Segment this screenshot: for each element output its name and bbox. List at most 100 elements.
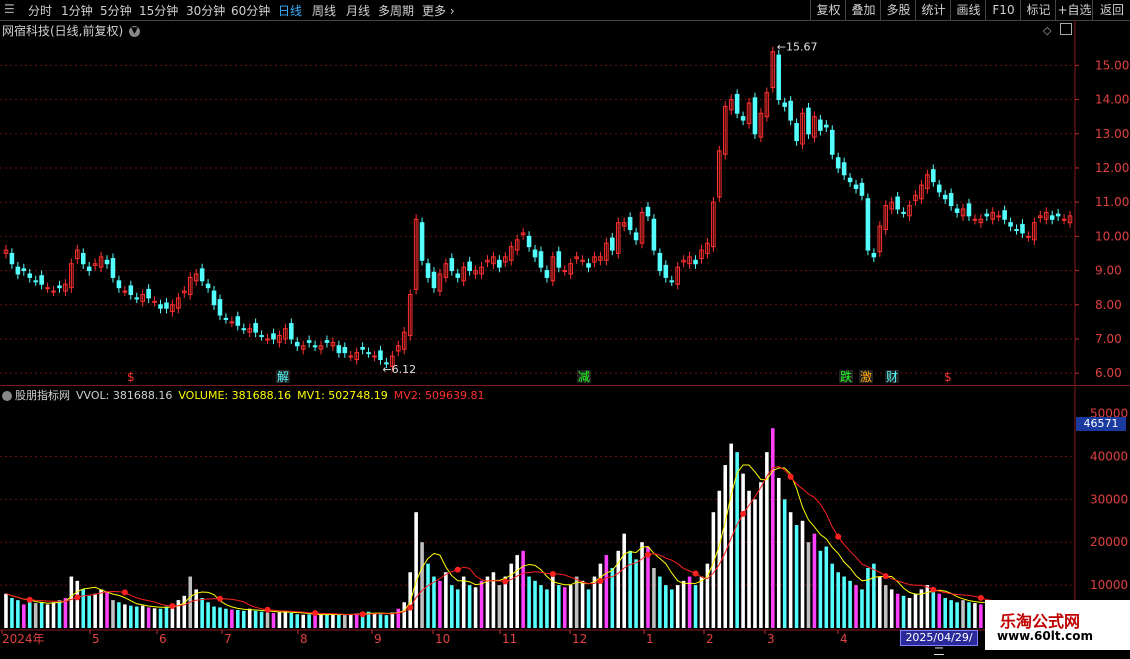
candle-body xyxy=(651,218,657,251)
volume-bar xyxy=(860,589,864,628)
volume-bar xyxy=(325,614,329,628)
candle-body xyxy=(669,280,675,283)
volume-bar xyxy=(432,576,436,628)
volume-bar xyxy=(955,602,959,628)
event-marker-3: 跌 xyxy=(840,369,852,384)
volume-bar xyxy=(337,614,341,628)
volume-bar xyxy=(134,606,139,628)
volume-bar xyxy=(889,589,894,628)
candle-body xyxy=(663,264,669,278)
volume-bar xyxy=(212,606,216,628)
candle-body xyxy=(954,208,960,213)
volume-bar xyxy=(45,604,50,628)
volume-bar xyxy=(224,608,228,628)
candle-body xyxy=(859,182,865,196)
volume-bar xyxy=(265,612,270,628)
volume-bar xyxy=(937,593,942,628)
price-tick-label-3: 12.00 xyxy=(1095,161,1129,175)
candle-body xyxy=(829,129,835,155)
price-tick-label-9: 6.00 xyxy=(1095,366,1122,380)
volume-bar xyxy=(652,567,656,628)
volume-bar xyxy=(842,576,846,628)
candle-body xyxy=(116,280,122,289)
volume-bar xyxy=(586,589,591,628)
candle-body xyxy=(740,116,746,121)
volume-bar xyxy=(319,614,323,628)
volume-bar xyxy=(961,600,965,628)
volume-bar xyxy=(539,585,543,628)
volume-bar xyxy=(574,576,579,628)
candle-body xyxy=(336,345,342,354)
candle-body xyxy=(657,252,663,272)
volume-bar xyxy=(301,614,305,628)
candle-body xyxy=(645,206,651,217)
candle-body xyxy=(818,119,823,131)
mv2-marker xyxy=(740,510,747,517)
high-price-label: ←15.67 xyxy=(777,40,818,53)
volume-bar xyxy=(776,477,781,628)
candle-body xyxy=(734,93,740,114)
volume-bar xyxy=(33,603,38,628)
volume-bar xyxy=(788,512,793,628)
volume-bar xyxy=(973,603,977,628)
volume-bar xyxy=(247,608,252,628)
candle-body xyxy=(27,273,33,278)
volume-bar xyxy=(580,580,585,628)
time-label-5: 9 xyxy=(374,632,382,646)
volume-bar xyxy=(782,499,787,628)
volume-bar xyxy=(812,533,817,628)
volume-tick-label-2: 20000 xyxy=(1090,535,1128,549)
volume-bar xyxy=(39,602,44,628)
volume-bar xyxy=(69,576,74,628)
volume-bar xyxy=(557,585,561,628)
price-tick-label-2: 13.00 xyxy=(1095,127,1129,141)
candle-body xyxy=(966,203,972,217)
settings-circle-icon[interactable] xyxy=(2,391,12,401)
candle-body xyxy=(259,335,264,338)
indicator-name: 股朋指标网 xyxy=(15,389,70,402)
price-tick-label-4: 11.00 xyxy=(1095,195,1129,209)
time-label-10: 2 xyxy=(706,632,714,646)
candle-body xyxy=(467,261,472,272)
volume-bar xyxy=(313,615,317,628)
volume-bar xyxy=(348,614,353,628)
volume-bar xyxy=(22,604,26,628)
mv2-marker xyxy=(407,604,414,611)
candle-body xyxy=(1014,229,1019,232)
volume-bar xyxy=(140,605,145,628)
volume-bar xyxy=(806,542,811,628)
panel-separator xyxy=(0,385,1130,386)
candle-body xyxy=(217,299,223,316)
volume-bar xyxy=(206,602,210,628)
volume-bar xyxy=(473,587,478,628)
volume-bar xyxy=(467,585,472,628)
volume-bar xyxy=(693,585,698,628)
volume-bar xyxy=(461,576,466,628)
volume-value: VOLUME: 381688.16 xyxy=(178,389,292,402)
candle-body xyxy=(752,97,758,135)
volume-bar xyxy=(872,563,876,628)
volume-bar xyxy=(146,607,151,628)
candle-body xyxy=(782,102,787,107)
candle-body xyxy=(1055,213,1061,217)
candle-body xyxy=(211,290,217,306)
candle-body xyxy=(1026,235,1031,238)
candle-body xyxy=(610,237,615,251)
candle-body xyxy=(895,196,900,210)
time-label-12: 4 xyxy=(840,632,848,646)
volume-bar xyxy=(723,465,728,628)
volume-bar xyxy=(919,589,924,628)
volume-bar xyxy=(236,609,240,628)
mv1-value: MV1: 502748.19 xyxy=(297,389,388,402)
volume-bar xyxy=(152,608,157,628)
event-marker-4: 激 xyxy=(860,370,872,384)
candle-body xyxy=(158,304,163,309)
time-label-11: 3 xyxy=(767,632,775,646)
mv2-marker xyxy=(930,586,937,593)
indicator-header: 股朋指标网 VVOL: 381688.16 VOLUME: 381688.16 MV1… xyxy=(2,387,491,403)
price-tick-label-5: 10.00 xyxy=(1095,229,1129,243)
volume-bar xyxy=(218,607,222,628)
date-cursor-badge: 2025/04/29/二 xyxy=(900,630,978,658)
candle-body xyxy=(306,340,312,343)
candle-body xyxy=(265,338,270,341)
